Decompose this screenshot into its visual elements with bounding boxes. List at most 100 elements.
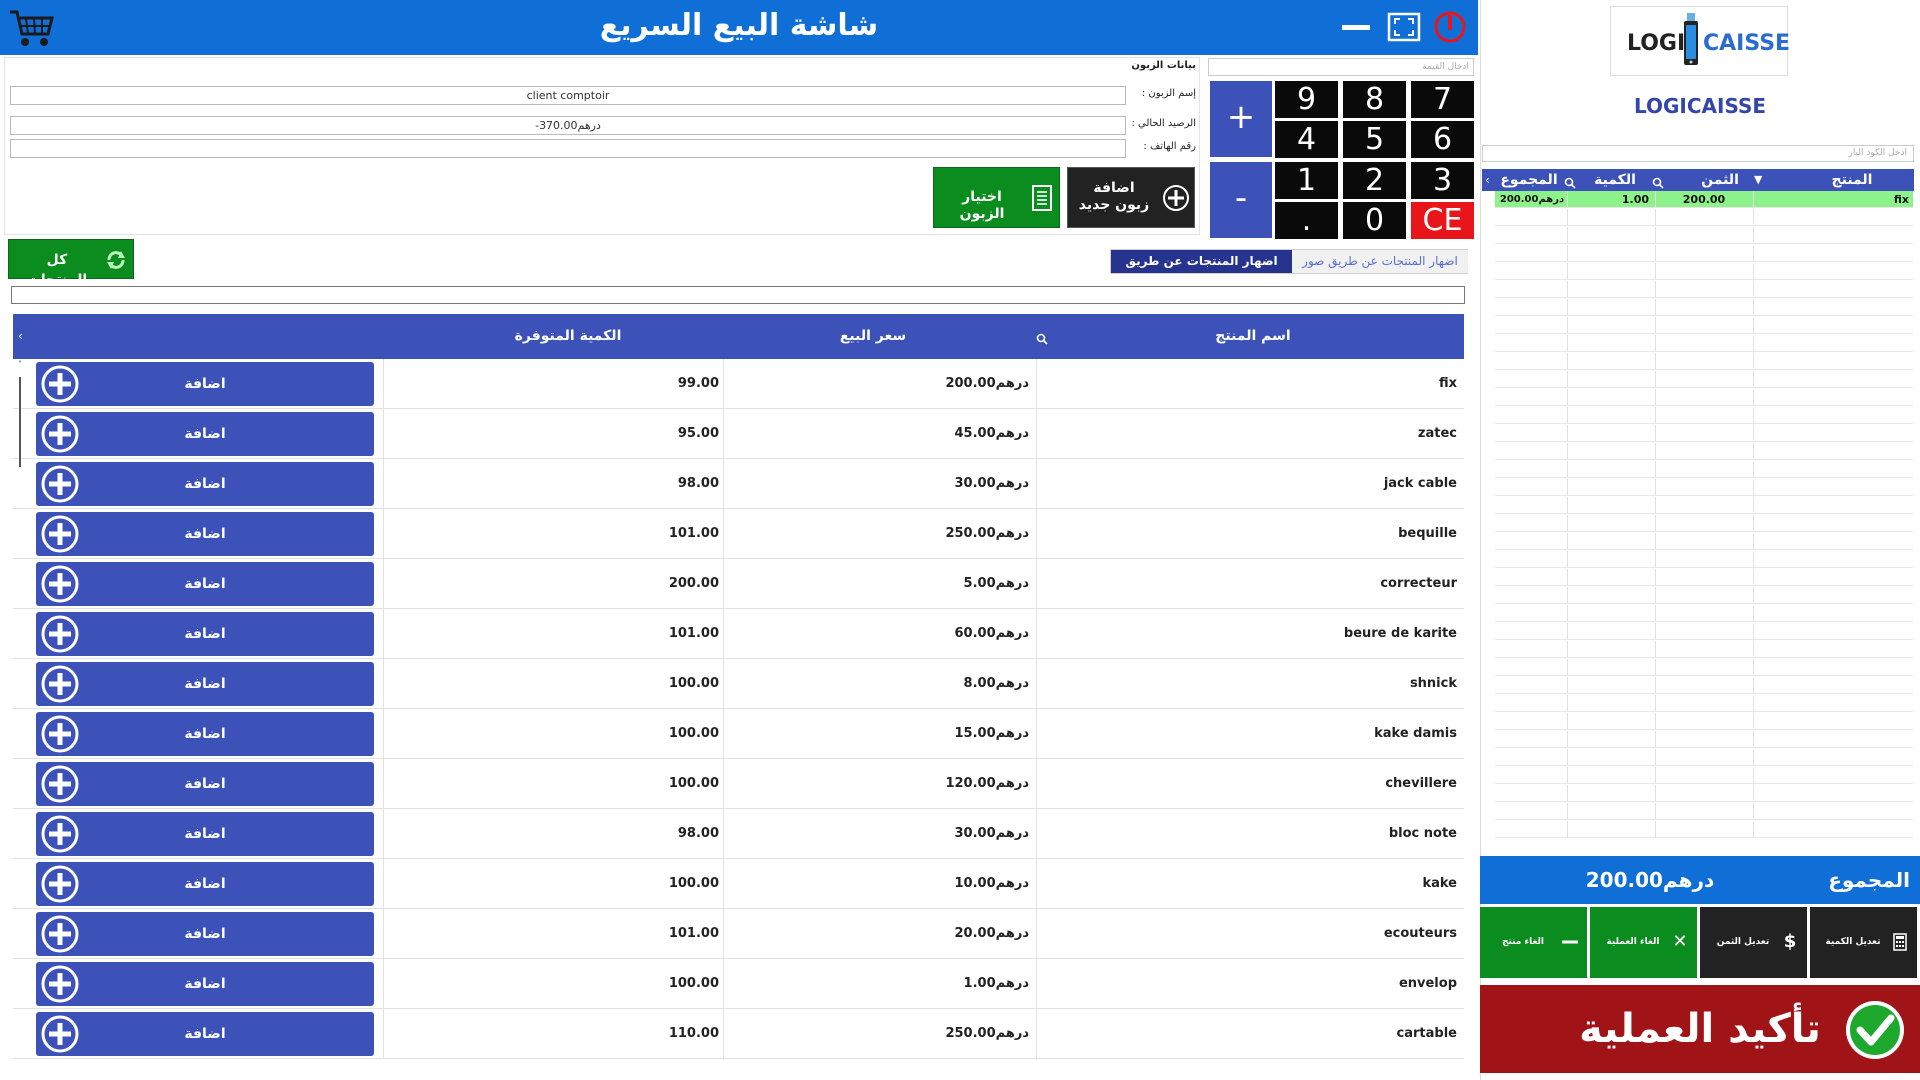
add-product-button[interactable]: اضافة bbox=[36, 612, 374, 656]
toggle-table-view[interactable]: اضهار المنتجات عن طريق جدول bbox=[1111, 250, 1292, 291]
cart-row[interactable] bbox=[1495, 497, 1913, 514]
scrollbar[interactable]: ˄ bbox=[13, 359, 26, 1066]
add-product-button[interactable]: اضافة bbox=[36, 412, 374, 456]
key-7[interactable]: 7 bbox=[1411, 81, 1474, 118]
cart-row[interactable] bbox=[1495, 551, 1913, 568]
cart-row[interactable] bbox=[1495, 479, 1913, 496]
maximize-icon[interactable] bbox=[1386, 10, 1422, 44]
key-dot[interactable]: . bbox=[1275, 202, 1338, 239]
cart-column-price[interactable]: الثمن bbox=[1688, 169, 1752, 191]
add-product-button[interactable]: اضافة bbox=[36, 462, 374, 506]
product-qty: 101.00 bbox=[668, 526, 719, 541]
add-customer-button[interactable]: اضافة زبون جديد bbox=[1067, 167, 1195, 228]
chevron-left-icon[interactable]: ‹ bbox=[18, 329, 28, 343]
key-4[interactable]: 4 bbox=[1275, 121, 1338, 158]
choose-customer-button[interactable]: اختيار الزبون bbox=[933, 167, 1060, 228]
cart-row[interactable] bbox=[1495, 209, 1913, 226]
key-9[interactable]: 9 bbox=[1275, 81, 1338, 118]
add-product-button[interactable]: اضافة bbox=[36, 712, 374, 756]
search-icon[interactable] bbox=[1564, 174, 1576, 189]
cart-row[interactable] bbox=[1495, 317, 1913, 334]
cart-row[interactable]: fix 200.00 1.00 200.00درهم bbox=[1495, 191, 1913, 208]
cart-row[interactable] bbox=[1495, 695, 1913, 712]
key-minus[interactable]: - bbox=[1210, 162, 1272, 238]
cart-row[interactable] bbox=[1495, 767, 1913, 784]
cart-row[interactable] bbox=[1495, 569, 1913, 586]
product-qty: 101.00 bbox=[668, 626, 719, 641]
cart-row[interactable] bbox=[1495, 803, 1913, 820]
filter-icon[interactable]: ▼ bbox=[1754, 174, 1766, 186]
column-header-price[interactable]: سعر البيع bbox=[723, 314, 1023, 359]
column-header-qty[interactable]: الكمية المتوفرة bbox=[383, 314, 753, 359]
cart-row[interactable] bbox=[1495, 461, 1913, 478]
edit-price-button[interactable]: تعديل الثمن $ bbox=[1700, 907, 1807, 978]
key-ce[interactable]: CE bbox=[1411, 202, 1474, 239]
customer-phone-field[interactable] bbox=[10, 139, 1126, 158]
column-header-name[interactable]: اسم المنتج bbox=[1043, 314, 1463, 359]
add-product-button[interactable]: اضافة bbox=[36, 862, 374, 906]
all-products-button[interactable]: كل المنتجات bbox=[8, 239, 134, 288]
cart-row[interactable] bbox=[1495, 515, 1913, 532]
cart-row[interactable] bbox=[1495, 821, 1913, 838]
cart-row[interactable] bbox=[1495, 659, 1913, 676]
cart-row[interactable] bbox=[1495, 731, 1913, 748]
key-5[interactable]: 5 bbox=[1343, 121, 1406, 158]
key-1[interactable]: 1 bbox=[1275, 162, 1338, 199]
cart-row[interactable] bbox=[1495, 407, 1913, 424]
cart-row[interactable] bbox=[1495, 587, 1913, 604]
scrollbar-thumb[interactable] bbox=[19, 377, 21, 467]
cart-row[interactable] bbox=[1495, 389, 1913, 406]
edit-quantity-button[interactable]: تعديل الكمية bbox=[1810, 907, 1917, 978]
cart-row[interactable] bbox=[1495, 299, 1913, 316]
cart-row[interactable] bbox=[1495, 335, 1913, 352]
power-icon[interactable] bbox=[1432, 10, 1468, 44]
add-product-button[interactable]: اضافة bbox=[36, 662, 374, 706]
add-product-button[interactable]: اضافة bbox=[36, 562, 374, 606]
cancel-operation-button[interactable]: الغاء العملية ✕ bbox=[1590, 907, 1697, 978]
cart-column-qty[interactable]: الكمية bbox=[1578, 169, 1652, 191]
cart-row[interactable] bbox=[1495, 605, 1913, 622]
cart-column-total[interactable]: المجموع bbox=[1494, 169, 1564, 191]
cart-row[interactable] bbox=[1495, 641, 1913, 658]
key-8[interactable]: 8 bbox=[1343, 81, 1406, 118]
add-product-button[interactable]: اضافة bbox=[36, 362, 374, 406]
add-product-button[interactable]: اضافة bbox=[36, 812, 374, 856]
key-0[interactable]: 0 bbox=[1343, 202, 1406, 239]
customer-name-field[interactable]: client comptoir bbox=[10, 86, 1126, 105]
add-product-button[interactable]: اضافة bbox=[36, 912, 374, 956]
confirm-operation-button[interactable]: تأكيد العملية bbox=[1480, 985, 1920, 1073]
cart-row[interactable] bbox=[1495, 623, 1913, 640]
toggle-image-view[interactable]: اضهار المنتجات عن طريق صور bbox=[1292, 250, 1468, 273]
cart-row[interactable] bbox=[1495, 245, 1913, 262]
add-product-button[interactable]: اضافة bbox=[36, 1012, 374, 1056]
cart-row[interactable] bbox=[1495, 281, 1913, 298]
search-icon[interactable] bbox=[1036, 330, 1048, 345]
cart-row[interactable] bbox=[1495, 677, 1913, 694]
cart-row[interactable] bbox=[1495, 353, 1913, 370]
minimize-icon[interactable] bbox=[1338, 10, 1374, 44]
amount-input[interactable]: ادخال القيمة bbox=[1208, 58, 1474, 76]
barcode-input[interactable]: ادخل الكود البار bbox=[1482, 145, 1914, 162]
cart-row[interactable] bbox=[1495, 425, 1913, 442]
add-product-button[interactable]: اضافة bbox=[36, 762, 374, 806]
cart-row[interactable] bbox=[1495, 749, 1913, 766]
cart-column-product[interactable]: المنتج bbox=[1790, 169, 1914, 191]
cart-row[interactable] bbox=[1495, 263, 1913, 280]
add-product-button[interactable]: اضافة bbox=[36, 962, 374, 1006]
cart-row[interactable] bbox=[1495, 713, 1913, 730]
cart-row[interactable] bbox=[1495, 227, 1913, 244]
cart-row[interactable] bbox=[1495, 785, 1913, 802]
scroll-up-icon[interactable]: ˄ bbox=[18, 361, 22, 369]
key-plus[interactable]: + bbox=[1210, 81, 1272, 157]
key-2[interactable]: 2 bbox=[1343, 162, 1406, 199]
cart-row[interactable] bbox=[1495, 443, 1913, 460]
cart-row[interactable] bbox=[1495, 533, 1913, 550]
search-icon[interactable] bbox=[1652, 174, 1664, 189]
product-search-input[interactable] bbox=[11, 286, 1465, 304]
cancel-product-button[interactable]: الغاء منتج bbox=[1480, 907, 1587, 978]
key-6[interactable]: 6 bbox=[1411, 121, 1474, 158]
key-3[interactable]: 3 bbox=[1411, 162, 1474, 199]
cart-row[interactable] bbox=[1495, 371, 1913, 388]
chevron-left-icon[interactable]: ‹ bbox=[1485, 173, 1493, 187]
add-product-button[interactable]: اضافة bbox=[36, 512, 374, 556]
